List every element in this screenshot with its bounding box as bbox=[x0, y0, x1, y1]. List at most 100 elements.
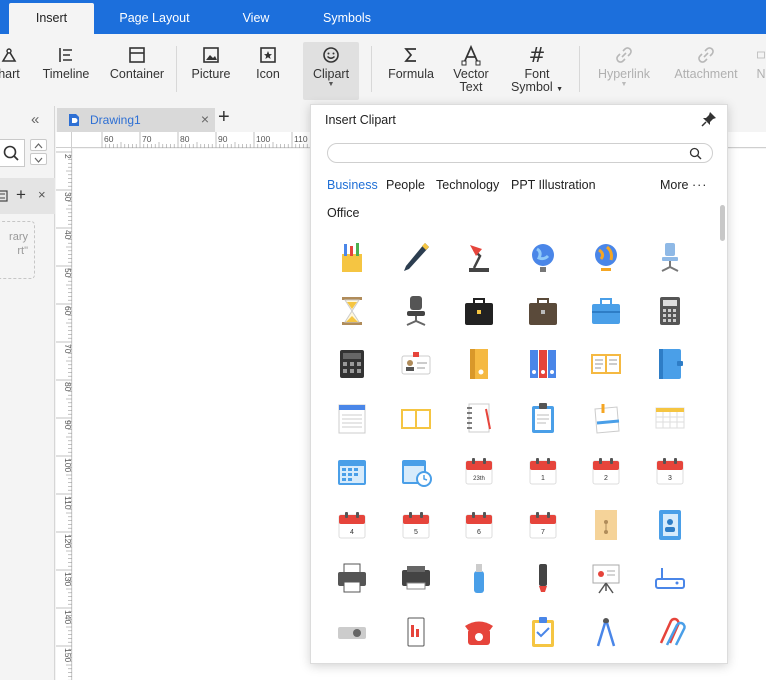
paper-clip-note-icon[interactable] bbox=[579, 394, 633, 442]
chart-label: hart bbox=[0, 67, 20, 81]
calculator-gray-icon[interactable] bbox=[643, 287, 697, 335]
add-library-icon[interactable]: + bbox=[16, 185, 26, 205]
projector-icon[interactable] bbox=[325, 608, 379, 656]
book-icon[interactable] bbox=[389, 394, 443, 442]
library-icon[interactable] bbox=[0, 189, 10, 203]
notepad-icon[interactable] bbox=[325, 394, 379, 442]
binder-yellow-icon[interactable] bbox=[452, 340, 506, 388]
library-drop-area[interactable]: rary rt" bbox=[0, 221, 35, 279]
printer-icon[interactable] bbox=[325, 554, 379, 602]
attachment-button[interactable]: Attachment bbox=[671, 42, 741, 100]
attachment-label: Attachment bbox=[674, 67, 738, 81]
briefcase-black-icon[interactable] bbox=[452, 287, 506, 335]
marker-icon[interactable] bbox=[516, 554, 570, 602]
font-symbol-button[interactable]: # Font Symbol ▼ bbox=[508, 42, 566, 100]
more-categories-button[interactable]: More ··· bbox=[660, 178, 707, 192]
hourglass-icon[interactable] bbox=[325, 287, 379, 335]
calendar-5-icon[interactable]: 5 bbox=[389, 501, 443, 549]
collapse-panel-icon[interactable]: « bbox=[31, 111, 39, 128]
calculator-dark-icon[interactable] bbox=[325, 340, 379, 388]
clipboard-icon[interactable] bbox=[516, 394, 570, 442]
clipart-search-field[interactable] bbox=[327, 143, 713, 163]
chart-button[interactable]: hart bbox=[0, 42, 24, 100]
calendar-3-icon[interactable]: 3 bbox=[643, 447, 697, 495]
pin-icon[interactable] bbox=[701, 111, 717, 130]
ruler-label: 60 bbox=[104, 134, 114, 144]
address-book-icon[interactable] bbox=[643, 501, 697, 549]
envelope-folder-icon[interactable] bbox=[579, 501, 633, 549]
vector-text-icon bbox=[448, 42, 494, 68]
spiral-notebook-icon[interactable] bbox=[452, 394, 506, 442]
picture-button[interactable]: Picture bbox=[188, 42, 234, 100]
office-chair-icon[interactable] bbox=[389, 287, 443, 335]
container-button[interactable]: Container bbox=[108, 42, 166, 100]
calendar-grid-icon[interactable] bbox=[325, 447, 379, 495]
printer-dark-icon[interactable] bbox=[389, 554, 443, 602]
hyperlink-button[interactable]: Hyperlink ▼ bbox=[593, 42, 655, 100]
ruler-label: 90 bbox=[218, 134, 228, 144]
category-business[interactable]: Business bbox=[327, 178, 378, 192]
ruler-label: 30 bbox=[63, 192, 72, 202]
clipart-panel-title: Insert Clipart bbox=[325, 113, 396, 127]
calendar-1-icon[interactable]: 1 bbox=[516, 447, 570, 495]
presentation-board-icon[interactable] bbox=[579, 554, 633, 602]
category-technology[interactable]: Technology bbox=[436, 178, 499, 192]
binders-icon[interactable] bbox=[516, 340, 570, 388]
category-people[interactable]: People bbox=[386, 178, 425, 192]
scroll-up-button[interactable] bbox=[30, 139, 47, 151]
icon-button[interactable]: Icon bbox=[248, 42, 288, 100]
open-book-icon[interactable] bbox=[579, 340, 633, 388]
document-tab[interactable]: Drawing1 × bbox=[57, 108, 215, 132]
pencil-cup-icon[interactable] bbox=[325, 233, 379, 281]
telephone-red-icon[interactable] bbox=[452, 608, 506, 656]
notebook-blue-icon[interactable] bbox=[643, 340, 697, 388]
timeline-button[interactable]: Timeline bbox=[40, 42, 92, 100]
clipart-dropdown-icon: ▼ bbox=[327, 81, 335, 88]
spreadsheet-icon[interactable] bbox=[643, 394, 697, 442]
router-icon[interactable] bbox=[643, 554, 697, 602]
svg-text:1: 1 bbox=[541, 475, 545, 482]
office-chair-blue-icon[interactable] bbox=[643, 233, 697, 281]
hyperlink-dropdown-icon: ▼ bbox=[620, 81, 628, 88]
category-ppt-illustration[interactable]: PPT Illustration bbox=[511, 178, 596, 192]
ruler-label: 100 bbox=[63, 458, 72, 472]
calendar-7-icon[interactable]: 7 bbox=[516, 501, 570, 549]
calendar-4-icon[interactable]: 4 bbox=[325, 501, 379, 549]
tab-page-layout[interactable]: Page Layout bbox=[112, 3, 197, 34]
pen-icon[interactable] bbox=[389, 233, 443, 281]
paper-clips-icon[interactable] bbox=[643, 608, 697, 656]
search-icon[interactable] bbox=[689, 147, 702, 160]
close-library-icon[interactable]: × bbox=[38, 187, 46, 202]
clipart-scrollbar[interactable] bbox=[720, 205, 725, 241]
clipboard-check-icon[interactable] bbox=[516, 608, 570, 656]
vector-text-button[interactable]: Vector Text bbox=[448, 42, 494, 100]
note-button[interactable]: N bbox=[756, 42, 766, 100]
desk-lamp-icon[interactable] bbox=[452, 233, 506, 281]
globe-stand-icon[interactable] bbox=[579, 233, 633, 281]
tab-symbols[interactable]: Symbols bbox=[314, 3, 380, 34]
toolbox-icon[interactable] bbox=[579, 287, 633, 335]
calendar-6-icon[interactable]: 6 bbox=[452, 501, 506, 549]
new-tab-icon[interactable]: + bbox=[218, 106, 230, 129]
id-card-icon[interactable] bbox=[389, 340, 443, 388]
calendar-clock-icon[interactable] bbox=[389, 447, 443, 495]
phone-device-icon[interactable] bbox=[389, 608, 443, 656]
library-search-button[interactable] bbox=[0, 139, 25, 167]
briefcase-brown-icon[interactable] bbox=[516, 287, 570, 335]
tab-insert[interactable]: Insert bbox=[9, 3, 94, 34]
formula-icon bbox=[384, 42, 438, 68]
ruler-label: 110 bbox=[294, 134, 308, 144]
compass-tool-icon[interactable] bbox=[579, 608, 633, 656]
more-dots-icon: ··· bbox=[691, 178, 708, 192]
scroll-down-button[interactable] bbox=[30, 153, 47, 165]
globe-icon[interactable] bbox=[516, 233, 570, 281]
calendar-23-icon[interactable]: 23th bbox=[452, 447, 506, 495]
tab-view[interactable]: View bbox=[220, 3, 292, 34]
clipart-button[interactable]: Clipart ▼ bbox=[303, 42, 359, 100]
more-label: More bbox=[660, 178, 689, 192]
usb-drive-icon[interactable] bbox=[452, 554, 506, 602]
close-tab-icon[interactable]: × bbox=[201, 111, 209, 127]
formula-button[interactable]: Formula bbox=[384, 42, 438, 100]
calendar-2-icon[interactable]: 2 bbox=[579, 447, 633, 495]
clipart-search-input[interactable] bbox=[338, 146, 678, 160]
